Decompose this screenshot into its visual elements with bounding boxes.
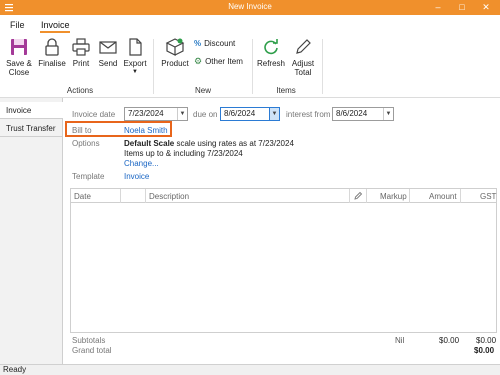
due-on-value: 8/6/2024 xyxy=(224,109,256,118)
box-icon xyxy=(165,38,185,56)
title-bar: New Invoice – □ ✕ xyxy=(0,0,500,15)
save-close-label-2: Close xyxy=(8,68,30,77)
chevron-down-icon: ▼ xyxy=(132,69,138,75)
column-separator xyxy=(145,189,146,203)
grand-total-value: $0.00 xyxy=(474,346,495,355)
gear-icon: ⚙ xyxy=(194,56,203,66)
grid-header: Date Description Markup Amount GST xyxy=(71,189,496,203)
column-separator xyxy=(120,189,121,203)
interest-from-value: 8/6/2024 xyxy=(336,109,368,118)
options-scale-text: scale using rates as at xyxy=(174,139,259,148)
export-button[interactable]: Export ▼ xyxy=(122,37,148,77)
lock-icon xyxy=(45,38,59,56)
ribbon: Save & Close Finalise Print Send Export xyxy=(0,35,500,98)
active-menu-indicator xyxy=(40,31,70,33)
send-button[interactable]: Send xyxy=(96,37,120,68)
percent-icon: % xyxy=(194,39,202,48)
finalise-button[interactable]: Finalise xyxy=(37,37,67,68)
menu-file[interactable]: File xyxy=(10,20,25,30)
options-scale-line: Default Scale scale using rates as at 7/… xyxy=(124,139,294,148)
column-markup[interactable]: Markup xyxy=(380,192,407,201)
due-on-date-picker[interactable]: 8/6/2024 ▼ xyxy=(220,107,280,121)
other-item-button[interactable]: ⚙ Other Item xyxy=(194,56,243,67)
group-separator xyxy=(252,39,253,94)
column-separator xyxy=(460,189,461,203)
send-label: Send xyxy=(98,59,118,68)
subtotal-markup: Nil xyxy=(395,336,405,345)
chevron-down-icon[interactable]: ▼ xyxy=(177,108,187,120)
group-label-actions: Actions xyxy=(66,86,94,95)
product-button[interactable]: Product xyxy=(159,37,191,68)
line-items-grid[interactable]: Date Description Markup Amount GST xyxy=(70,188,497,333)
invoice-date-picker[interactable]: 7/23/2024 ▼ xyxy=(124,107,188,121)
options-items-text: Items up to & including xyxy=(124,149,208,158)
close-button[interactable]: ✕ xyxy=(474,0,498,15)
status-bar: Ready xyxy=(0,364,500,375)
refresh-label: Refresh xyxy=(256,59,285,68)
tab-invoice[interactable]: Invoice xyxy=(0,102,64,119)
invoice-date-label: Invoice date xyxy=(72,110,116,119)
column-separator xyxy=(366,189,367,203)
maximize-button[interactable]: □ xyxy=(450,0,474,15)
column-gst[interactable]: GST xyxy=(480,192,496,201)
options-items-date: 7/23/2024 xyxy=(207,149,243,158)
column-separator xyxy=(409,189,410,203)
column-description[interactable]: Description xyxy=(149,192,189,201)
export-label: Export xyxy=(123,59,147,68)
interest-from-label: interest from xyxy=(286,110,331,119)
save-close-button[interactable]: Save & Close xyxy=(4,37,34,77)
menu-bar: File Invoice xyxy=(0,15,500,35)
tab-trust-transfer[interactable]: Trust Transfer xyxy=(0,120,63,137)
column-date[interactable]: Date xyxy=(74,192,91,201)
printer-icon xyxy=(72,38,90,56)
interest-from-date-picker[interactable]: 8/6/2024 ▼ xyxy=(332,107,394,121)
column-amount[interactable]: Amount xyxy=(429,192,457,201)
grand-total-label: Grand total xyxy=(72,346,112,355)
refresh-button[interactable]: Refresh xyxy=(256,37,286,68)
side-tab-panel: Invoice Trust Transfer xyxy=(0,98,64,364)
subtotal-amount: $0.00 xyxy=(439,336,460,345)
refresh-icon xyxy=(264,39,278,55)
chevron-down-icon[interactable]: ▼ xyxy=(269,108,279,120)
bill-to-highlight xyxy=(65,121,172,137)
window-title: New Invoice xyxy=(228,2,272,11)
chevron-down-icon[interactable]: ▼ xyxy=(383,108,393,120)
envelope-icon xyxy=(99,41,117,54)
finalise-label: Finalise xyxy=(38,59,66,68)
group-separator xyxy=(322,39,323,94)
discount-button[interactable]: % Discount xyxy=(194,39,235,48)
template-link[interactable]: Invoice xyxy=(124,172,149,181)
save-icon xyxy=(11,39,27,55)
options-scale-date: 7/23/2024 xyxy=(258,139,294,148)
options-items-line: Items up to & including 7/23/2024 xyxy=(124,149,243,158)
product-label: Product xyxy=(161,59,189,68)
print-button[interactable]: Print xyxy=(69,37,93,68)
pencil-icon xyxy=(354,191,363,200)
group-label-new: New xyxy=(194,86,211,95)
status-text: Ready xyxy=(3,365,27,374)
group-separator xyxy=(153,39,154,94)
discount-label: Discount xyxy=(204,39,236,48)
options-label: Options xyxy=(72,139,100,148)
menu-invoice[interactable]: Invoice xyxy=(41,20,70,30)
invoice-date-value: 7/23/2024 xyxy=(128,109,164,118)
change-options-link[interactable]: Change... xyxy=(124,159,159,168)
subtotals-label: Subtotals xyxy=(72,336,106,345)
print-label: Print xyxy=(72,59,90,68)
subtotal-gst: $0.00 xyxy=(476,336,497,345)
pencil-icon xyxy=(296,39,311,54)
adjust-total-button[interactable]: Adjust Total xyxy=(288,37,318,77)
adjust-total-label-2: Total xyxy=(294,68,312,77)
other-item-label: Other Item xyxy=(205,57,243,66)
document-icon xyxy=(129,38,142,56)
due-on-label: due on xyxy=(193,110,218,119)
group-label-items: Items xyxy=(276,86,296,95)
column-separator xyxy=(349,189,350,203)
template-label: Template xyxy=(72,172,105,181)
minimize-button[interactable]: – xyxy=(426,0,450,15)
adjust-total-label-1: Adjust xyxy=(291,59,315,68)
save-close-label-1: Save & xyxy=(6,59,32,68)
options-scale-name: Default Scale xyxy=(124,139,175,148)
